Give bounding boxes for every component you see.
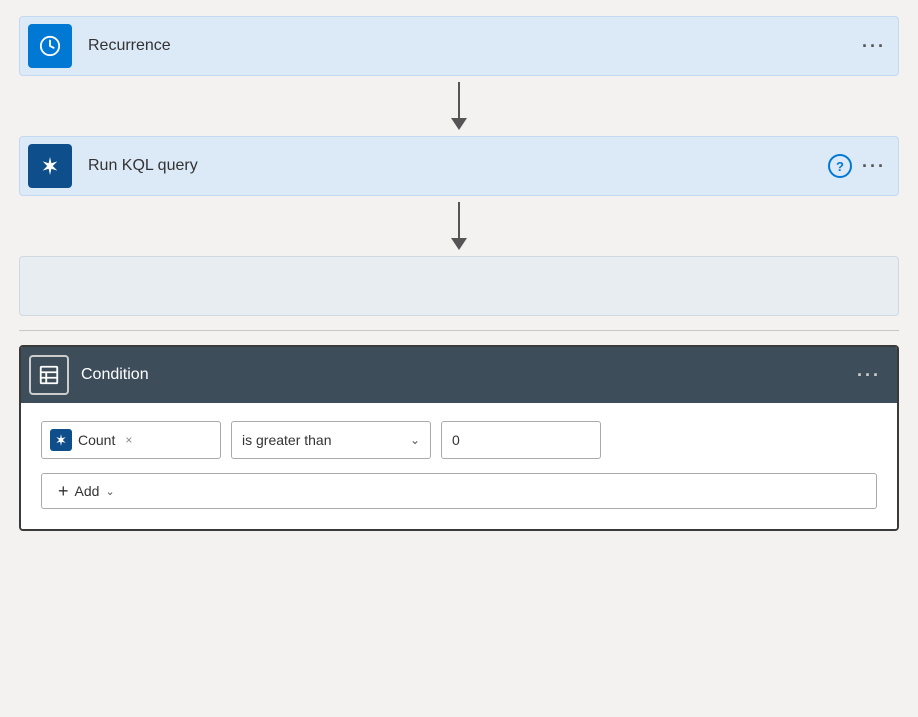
condition-block: Condition ··· Count × is greater tha <box>19 345 899 531</box>
condition-value-text: 0 <box>452 432 460 448</box>
kql-icon <box>28 144 72 188</box>
arrow-2 <box>451 196 467 256</box>
add-condition-button[interactable]: + Add ⌄ <box>41 473 877 509</box>
recurrence-icon-wrapper <box>20 17 80 75</box>
kql-icon-wrapper <box>20 137 80 195</box>
condition-icon <box>29 355 69 395</box>
arrow-1 <box>451 76 467 136</box>
condition-header: Condition ··· <box>21 347 897 403</box>
add-chevron-icon: ⌄ <box>105 485 114 498</box>
arrow-line-2 <box>458 202 460 238</box>
empty-step <box>19 256 899 316</box>
kql-actions: ? ··· <box>828 154 898 178</box>
operator-value: is greater than <box>242 432 332 448</box>
recurrence-more-button[interactable]: ··· <box>862 36 886 57</box>
condition-row: Count × is greater than ⌄ 0 <box>41 421 877 459</box>
operator-dropdown[interactable]: is greater than ⌄ <box>231 421 431 459</box>
count-tag-icon <box>50 429 72 451</box>
kql-more-button[interactable]: ··· <box>862 156 886 177</box>
section-divider <box>19 330 899 331</box>
arrow-head-1 <box>451 118 467 130</box>
count-tag-text: Count <box>78 432 115 448</box>
condition-label: Condition <box>81 366 857 384</box>
arrow-head-2 <box>451 238 467 250</box>
condition-value-input[interactable]: 0 <box>441 421 601 459</box>
recurrence-actions: ··· <box>862 36 898 57</box>
operator-dropdown-arrow: ⌄ <box>410 433 420 447</box>
add-plus-icon: + <box>58 481 69 502</box>
recurrence-label: Recurrence <box>80 37 862 55</box>
arrow-line-1 <box>458 82 460 118</box>
recurrence-icon <box>28 24 72 68</box>
condition-body: Count × is greater than ⌄ 0 + Add ⌄ <box>21 403 897 529</box>
recurrence-step: Recurrence ··· <box>19 16 899 76</box>
count-tag[interactable]: Count × <box>41 421 221 459</box>
condition-more-button[interactable]: ··· <box>857 365 889 386</box>
kql-step: Run KQL query ? ··· <box>19 136 899 196</box>
kql-help-button[interactable]: ? <box>828 154 852 178</box>
add-button-label: Add <box>75 483 100 499</box>
kql-label: Run KQL query <box>80 157 828 175</box>
count-tag-close[interactable]: × <box>125 433 132 447</box>
